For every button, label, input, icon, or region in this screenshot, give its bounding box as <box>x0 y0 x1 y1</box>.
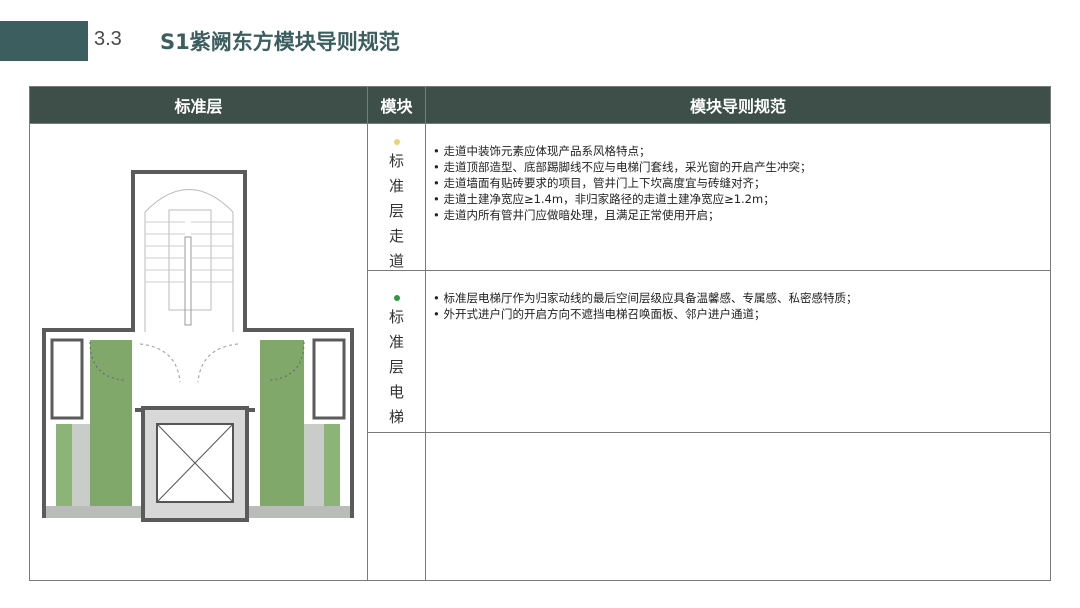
plan-closet <box>50 338 84 420</box>
stair-treads <box>145 221 233 283</box>
page-title: S1紫阙东方模块导则规范 <box>160 30 400 54</box>
module-char: 层 <box>388 202 404 220</box>
lobby-floor-green <box>324 424 340 506</box>
rule-item: 外开式进户门的开启方向不遮挡电梯召唤面板、邻户进户通道； <box>433 306 1043 322</box>
corridor-rules-list: 走道中装饰元素应体现产品系风格特点； 走道顶部造型、底部踢脚线不应与电梯门套线，… <box>433 143 1043 223</box>
module-char: 准 <box>388 333 404 351</box>
plan-wall <box>131 170 247 174</box>
plan-wall <box>350 328 354 518</box>
title-accent-bar <box>0 21 88 61</box>
section-number: 3.3 <box>94 28 122 50</box>
header-divider <box>30 123 1050 124</box>
column-divider <box>425 87 426 580</box>
rule-item: 走道墙面有贴砖要求的项目，管井门上下坎高度宜与砖缝对齐； <box>433 175 1043 191</box>
column-header-module: 模块 <box>368 87 425 123</box>
plan-wall <box>131 170 135 330</box>
lobby-floor-green <box>90 340 132 506</box>
module-label-corridor: 标 准 层 走 道 <box>368 139 425 274</box>
rule-item: 走道土建净宽应≥1.4m，非归家路径的走道土建净宽应≥1.2m； <box>433 191 1043 207</box>
module-char: 标 <box>388 152 404 170</box>
rule-item: 走道顶部造型、底部踢脚线不应与电梯门套线，采光窗的开启产生冲突； <box>433 159 1043 175</box>
module-char: 走 <box>388 227 404 245</box>
guideline-table: 标准层 模块 模块导则规范 标 准 层 走 道 走道中装饰元素应体现产品系风格特… <box>29 86 1051 581</box>
plan-wall <box>243 170 247 330</box>
rule-item: 标准层电梯厅作为归家动线的最后空间层级应具备温馨感、专属感、私密感特质； <box>433 290 1043 306</box>
module-char: 梯 <box>388 408 404 426</box>
module-char: 层 <box>388 358 404 376</box>
rule-item: 走道中装饰元素应体现产品系风格特点； <box>433 143 1043 159</box>
stair-handrail <box>184 236 192 326</box>
module-char: 电 <box>388 383 404 401</box>
stone-strip <box>72 424 90 506</box>
row-divider <box>368 270 1050 271</box>
column-header-guidelines: 模块导则规范 <box>426 87 1050 123</box>
plan-wall <box>243 328 354 332</box>
status-dot <box>393 295 400 301</box>
module-char: 准 <box>388 177 404 195</box>
stone-strip <box>304 424 324 506</box>
plan-wall <box>42 328 135 332</box>
lobby-floor-green <box>56 424 72 506</box>
floor-plan-drawing <box>42 170 354 522</box>
module-char: 标 <box>388 308 404 326</box>
elevator-rules-list: 标准层电梯厅作为归家动线的最后空间层级应具备温馨感、专属感、私密感特质； 外开式… <box>433 290 1043 322</box>
lobby-floor-green <box>260 340 304 506</box>
stair-outline <box>144 189 234 332</box>
column-header-standard-floor: 标准层 <box>30 87 367 123</box>
plan-wall <box>42 328 46 518</box>
rule-item: 走道内所有管井门应做暗处理，且满足正常使用开启； <box>433 207 1043 223</box>
plan-closet <box>312 338 346 420</box>
stair-run <box>168 209 212 311</box>
door-swing <box>139 343 181 383</box>
row-divider <box>368 432 1050 433</box>
door-swing <box>197 343 239 383</box>
status-dot <box>393 139 400 145</box>
module-label-elevator: 标 准 层 电 梯 <box>368 295 425 430</box>
module-char: 道 <box>388 252 404 270</box>
